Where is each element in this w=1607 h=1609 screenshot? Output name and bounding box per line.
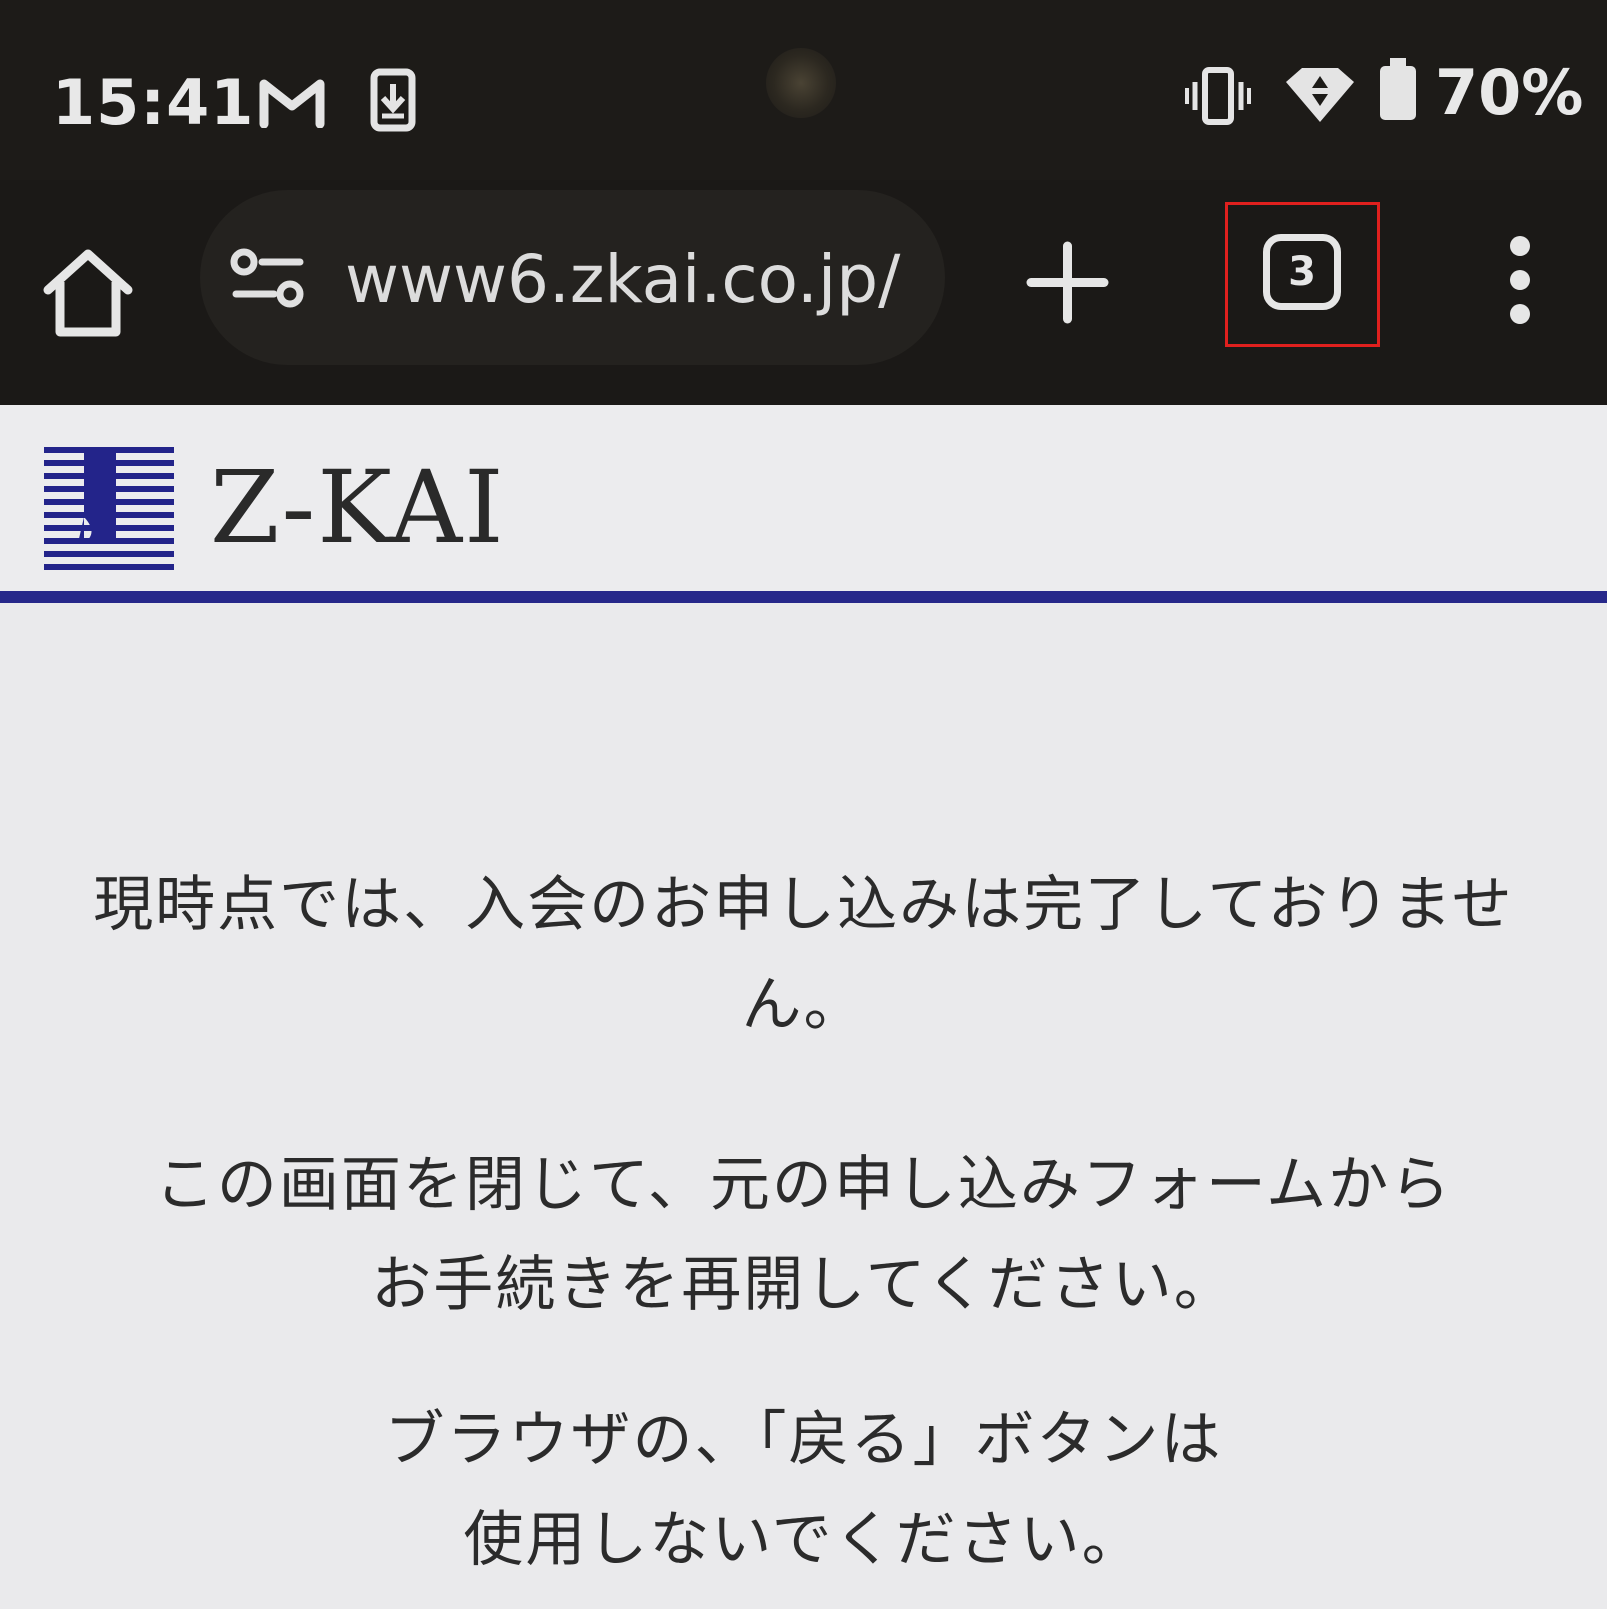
download-icon bbox=[370, 68, 416, 132]
notice-no-back-button-line-2: 使用しないでください。 bbox=[463, 1505, 1144, 1575]
new-tab-button[interactable] bbox=[1025, 240, 1110, 325]
address-bar[interactable]: www6.zkai.co.jp/ bbox=[200, 190, 945, 365]
gmail-icon bbox=[259, 79, 325, 128]
site-settings-icon[interactable] bbox=[230, 248, 306, 308]
battery-percentage: 70% bbox=[1435, 56, 1584, 129]
z-kai-logo-mark bbox=[44, 447, 174, 570]
more-options-icon[interactable] bbox=[1495, 230, 1545, 330]
z-kai-logo-text: Z-KAI bbox=[210, 449, 506, 566]
notice-no-back-button-line-1: ブラウザの、「戻る」ボタンは bbox=[384, 1405, 1223, 1475]
browser-toolbar: www6.zkai.co.jp/ 3 bbox=[0, 180, 1607, 405]
home-button[interactable] bbox=[38, 242, 138, 342]
notice-close-and-resume-line-2: お手続きを再開してください。 bbox=[371, 1250, 1236, 1320]
url-text[interactable]: www6.zkai.co.jp/ bbox=[345, 242, 900, 318]
battery-icon bbox=[1380, 58, 1416, 120]
header-divider bbox=[0, 591, 1607, 603]
phone-screen: 15:41 70% www6.zkai.co.jp/ 3 Z-KAI 現時点では… bbox=[0, 0, 1607, 1609]
notice-close-and-resume: この画面を閉じて、元の申し込みフォームから お手続きを再開してください。 bbox=[40, 1135, 1567, 1335]
tab-count: 3 bbox=[1263, 234, 1341, 310]
tab-switcher-button[interactable]: 3 bbox=[1225, 202, 1380, 347]
notice-no-back-button: ブラウザの、「戻る」ボタンは 使用しないでください。 bbox=[40, 1390, 1567, 1590]
notice-not-completed: 現時点では、入会のお申し込みは完了しておりません。 bbox=[93, 870, 1514, 1040]
wifi-icon bbox=[1286, 68, 1354, 122]
site-header: Z-KAI bbox=[0, 405, 1607, 603]
notice-close-and-resume-line-1: この画面を閉じて、元の申し込みフォームから bbox=[154, 1150, 1453, 1220]
vibrate-icon bbox=[1185, 67, 1251, 125]
web-page: Z-KAI 現時点では、入会のお申し込みは完了しておりません。 この画面を閉じて… bbox=[0, 405, 1607, 1609]
status-bar: 15:41 70% bbox=[0, 0, 1607, 180]
status-time: 15:41 bbox=[52, 66, 255, 139]
front-camera bbox=[766, 48, 836, 118]
